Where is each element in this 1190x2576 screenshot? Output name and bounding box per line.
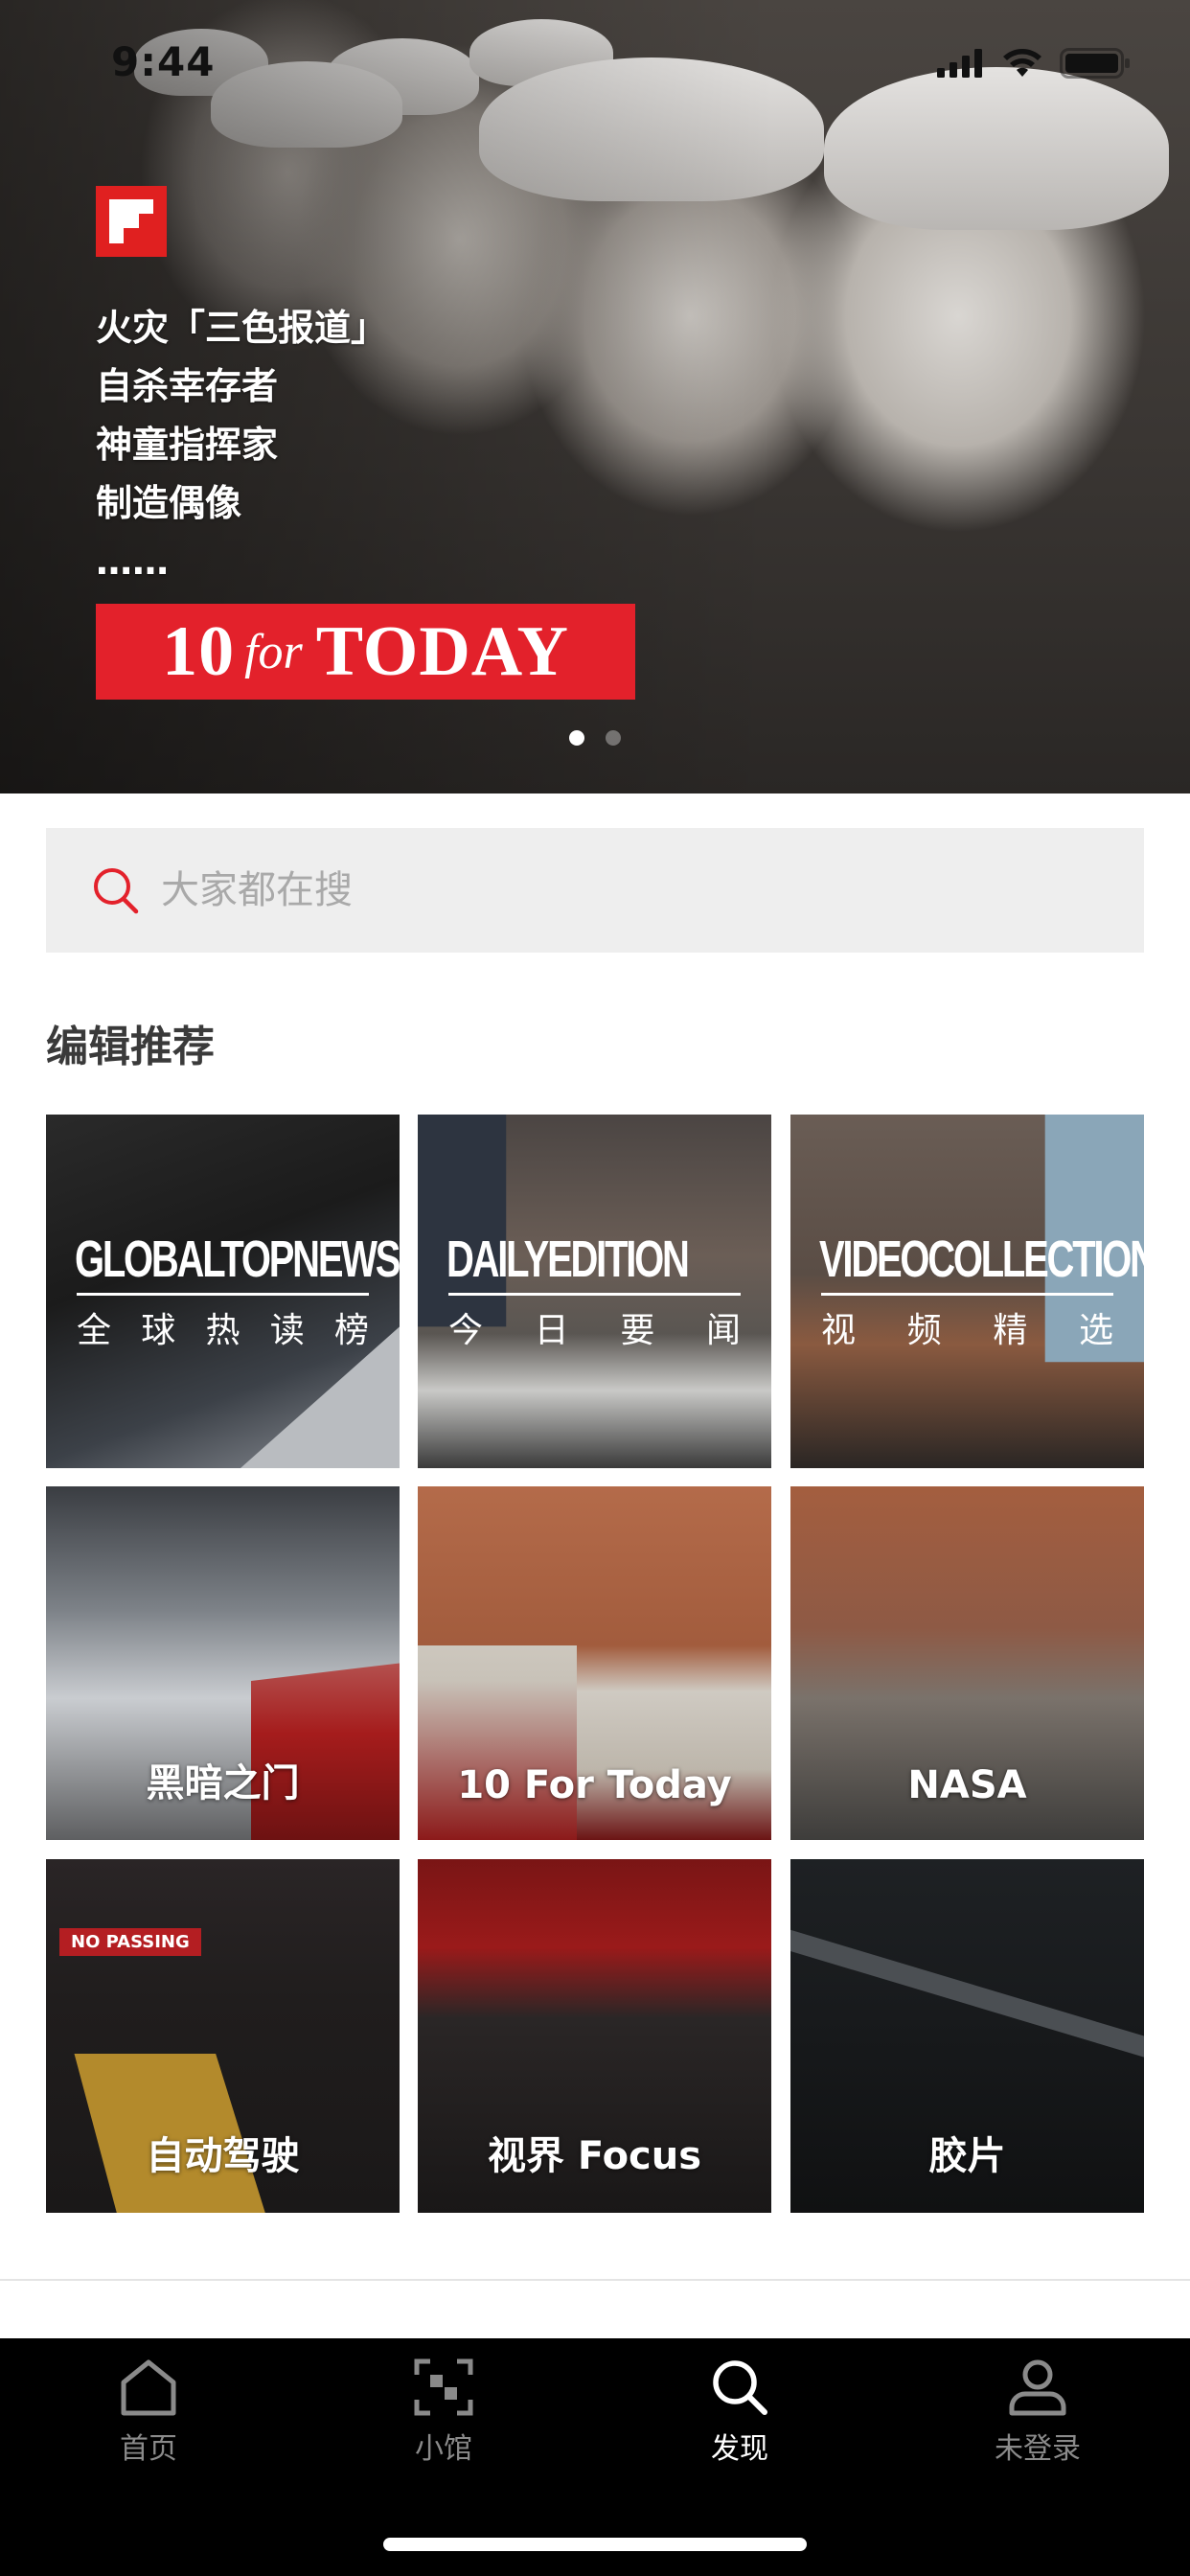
cellular-signal-icon	[937, 49, 982, 78]
tab-label: 未登录	[995, 2432, 1081, 2466]
pick-tile-global-top-news[interactable]: GLOBALTOPNEWS 全 球 热 读 榜	[46, 1115, 400, 1468]
tile-rule	[448, 1293, 741, 1296]
tile-label: 自动驾驶	[146, 2134, 300, 2178]
tile-label: 视界 Focus	[487, 2134, 702, 2178]
tab-label: 小馆	[415, 2432, 472, 2466]
hero-headlines: 火灾「三色报道」 自杀幸存者 神童指挥家 制造偶像 ……	[96, 299, 387, 591]
badge-word: TODAY	[315, 611, 569, 691]
search-icon	[94, 868, 139, 914]
flipboard-logo-icon	[96, 186, 167, 257]
pick-tile-dark-gate[interactable]: 黑暗之门	[46, 1486, 400, 1840]
editor-picks-title: 编辑推荐	[46, 1023, 215, 1071]
tile-title-char: 全	[77, 1311, 112, 1350]
tile-title-char: 闻	[705, 1311, 741, 1350]
tab-label: 发现	[711, 2432, 768, 2466]
tile-label: NASA	[907, 1763, 1027, 1807]
hero-headline: 制造偶像	[96, 482, 242, 524]
tile-title-char: 今	[448, 1311, 484, 1350]
status-bar: 9:44	[0, 0, 1190, 126]
tile-title-char: 读	[269, 1311, 305, 1350]
tab-gallery[interactable]: 小馆	[367, 2358, 520, 2467]
tile-title-char: 热	[205, 1311, 240, 1350]
tile-label: 胶片	[928, 2134, 1006, 2178]
search-input[interactable]	[161, 868, 1023, 912]
tile-title-cn: 全 球 热 读 榜	[77, 1302, 369, 1352]
tile-title-char: 频	[906, 1311, 942, 1350]
tile-title-char: 球	[141, 1311, 176, 1350]
tile-title-char: 选	[1078, 1311, 1113, 1350]
hero-headline: ……	[96, 540, 169, 583]
tile-title-char: 视	[821, 1311, 857, 1350]
hero-headline: 火灾「三色报道」	[96, 307, 388, 349]
pick-tile-video-collection[interactable]: VIDEOCOLLECTION 视 频 精 选	[790, 1115, 1144, 1468]
battery-icon	[1060, 48, 1130, 79]
section-divider	[0, 2279, 1190, 2281]
tile-title-char: 精	[993, 1311, 1028, 1350]
wifi-icon	[1003, 49, 1041, 77]
pick-tile-autonomous-driving[interactable]: NO PASSING 自动驾驶	[46, 1859, 400, 2213]
tab-account[interactable]: 未登录	[961, 2358, 1114, 2467]
hero-banner[interactable]: 9:44 火灾「三色报道」 自杀幸存者 神童指挥家 制造偶像 …… 10 for…	[0, 0, 1190, 794]
tile-title-char: 榜	[333, 1311, 369, 1350]
tile-title-char: 要	[620, 1311, 655, 1350]
tile-label: 黑暗之门	[146, 1761, 300, 1806]
tile-title-en: VIDEOCOLLECTION	[819, 1230, 1144, 1288]
pick-tile-daily-edition[interactable]: DAILYEDITION 今 日 要 闻	[418, 1115, 771, 1468]
hero-headline: 自杀幸存者	[96, 365, 279, 407]
tile-title-en: GLOBALTOPNEWS	[75, 1230, 400, 1288]
tab-home[interactable]: 首页	[72, 2358, 225, 2467]
tile-title-cn: 今 日 要 闻	[448, 1302, 741, 1352]
person-icon	[1009, 2359, 1066, 2416]
pick-tile-film[interactable]: 胶片	[790, 1859, 1144, 2213]
home-indicator[interactable]	[383, 2538, 807, 2551]
tile-rule	[821, 1293, 1113, 1296]
tab-label: 首页	[120, 2432, 177, 2466]
tab-discover[interactable]: 发现	[663, 2358, 816, 2467]
discover-screen: 9:44 火灾「三色报道」 自杀幸存者 神童指挥家 制造偶像 …… 10 for…	[0, 0, 1190, 2576]
pick-tile-nasa[interactable]: NASA	[790, 1486, 1144, 1840]
editor-picks-grid: GLOBALTOPNEWS 全 球 热 读 榜 DAILYEDITION 今 日…	[46, 1115, 1144, 2213]
status-icons	[937, 48, 1131, 79]
carousel-page-indicator[interactable]	[0, 730, 1190, 746]
tile-title-en: DAILYEDITION	[446, 1230, 690, 1288]
tile-title-char: 日	[534, 1311, 569, 1350]
tile-label: 10 For Today	[457, 1763, 732, 1807]
status-time: 9:44	[111, 38, 216, 85]
hero-headline: 神童指挥家	[96, 424, 279, 466]
pick-tile-focus[interactable]: 视界 Focus	[418, 1859, 771, 2213]
page-dot[interactable]	[606, 730, 621, 746]
ten-for-today-badge: 10 for TODAY	[96, 604, 635, 700]
no-passing-sign: NO PASSING	[59, 1928, 201, 1956]
tile-rule	[77, 1293, 369, 1296]
badge-for: for	[244, 624, 303, 679]
search-bar[interactable]	[46, 828, 1144, 953]
badge-number: 10	[162, 611, 236, 691]
page-dot-active[interactable]	[569, 730, 584, 746]
tile-title-cn: 视 频 精 选	[821, 1302, 1113, 1352]
pick-tile-10-for-today[interactable]: 10 For Today	[418, 1486, 771, 1840]
frame-icon	[414, 2358, 473, 2416]
home-icon	[121, 2359, 176, 2416]
search-icon	[713, 2360, 767, 2415]
